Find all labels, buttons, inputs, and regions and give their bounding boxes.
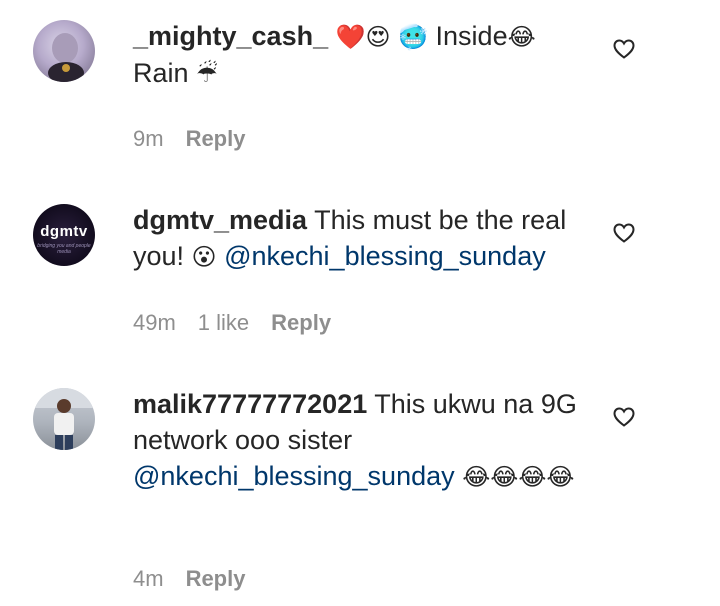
comment-meta: 4m Reply <box>133 566 267 592</box>
comment-emojis: 😂😂😂😂 <box>454 463 575 491</box>
avatar-logo-subtext: bridging you and people media <box>37 243 91 255</box>
comment-username[interactable]: malik77777772021 <box>133 389 367 419</box>
avatar-photo <box>48 33 84 82</box>
comment-emojis: ❤️😍 🥶 <box>335 23 429 51</box>
comment-time: 49m <box>133 310 176 335</box>
comment-emojis: ☔ <box>196 60 218 88</box>
comment-username[interactable]: _mighty_cash_ <box>133 21 328 51</box>
comment-meta: 49m 1 like Reply <box>133 310 353 336</box>
comment-text: malik77777772021 This ukwu na 9G network… <box>133 389 577 491</box>
avatar[interactable]: dgmtv bridging you and people media <box>33 204 95 266</box>
comment-time: 9m <box>133 126 164 151</box>
heart-icon[interactable] <box>612 221 636 245</box>
mention-link[interactable]: @nkechi_blessing_sunday <box>133 461 455 491</box>
comment-time: 4m <box>133 566 164 591</box>
reply-button[interactable]: Reply <box>271 310 331 335</box>
heart-icon[interactable] <box>612 37 636 61</box>
comment-meta: 9m Reply <box>133 126 267 152</box>
comment-text: dgmtv_media This must be the real you! 😮… <box>133 205 567 271</box>
avatar-photo <box>33 388 95 450</box>
like-count[interactable]: 1 like <box>198 310 249 335</box>
avatar[interactable] <box>33 20 95 82</box>
reply-button[interactable]: Reply <box>186 566 246 591</box>
heart-icon[interactable] <box>612 405 636 429</box>
comment-username[interactable]: dgmtv_media <box>133 205 307 235</box>
comment-emojis: 😂 <box>507 23 536 51</box>
avatar-logo-text: dgmtv <box>40 223 88 240</box>
avatar[interactable] <box>33 388 95 450</box>
mention-link[interactable]: @nkechi_blessing_sunday <box>224 241 546 271</box>
comment-emojis: 😮 <box>191 243 217 271</box>
reply-button[interactable]: Reply <box>186 126 246 151</box>
comment-text: _mighty_cash_ ❤️😍 🥶 Inside😂 Rain ☔ <box>133 21 536 88</box>
